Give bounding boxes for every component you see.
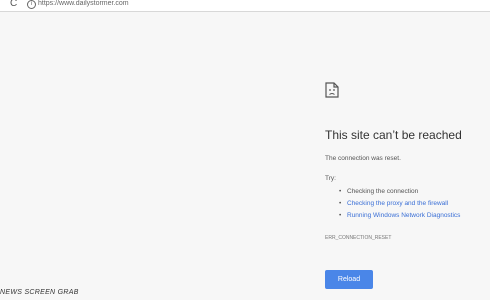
reload-button[interactable]: Reload — [325, 270, 373, 289]
error-subtitle: The connection was reset. — [325, 155, 401, 162]
reload-icon[interactable]: C — [10, 0, 17, 10]
try-label: Try: — [325, 175, 336, 182]
suggestion-list: Checking the connection Checking the pro… — [339, 186, 460, 222]
info-icon[interactable]: i — [27, 0, 36, 9]
error-code: ERR_CONNECTION_RESET — [325, 235, 392, 241]
address-bar[interactable]: https://www.dailystormer.com — [38, 0, 129, 9]
browser-toolbar: C i https://www.dailystormer.com — [0, 0, 490, 12]
suggestion-check-proxy-link[interactable]: Checking the proxy and the firewall — [339, 198, 460, 210]
sad-document-icon — [325, 82, 339, 103]
image-caption: NEWS SCREEN GRAB — [0, 289, 79, 296]
suggestion-network-diagnostics-link[interactable]: Running Windows Network Diagnostics — [339, 210, 460, 222]
suggestion-check-connection: Checking the connection — [339, 186, 460, 198]
page-title: This site can’t be reached — [325, 128, 462, 142]
